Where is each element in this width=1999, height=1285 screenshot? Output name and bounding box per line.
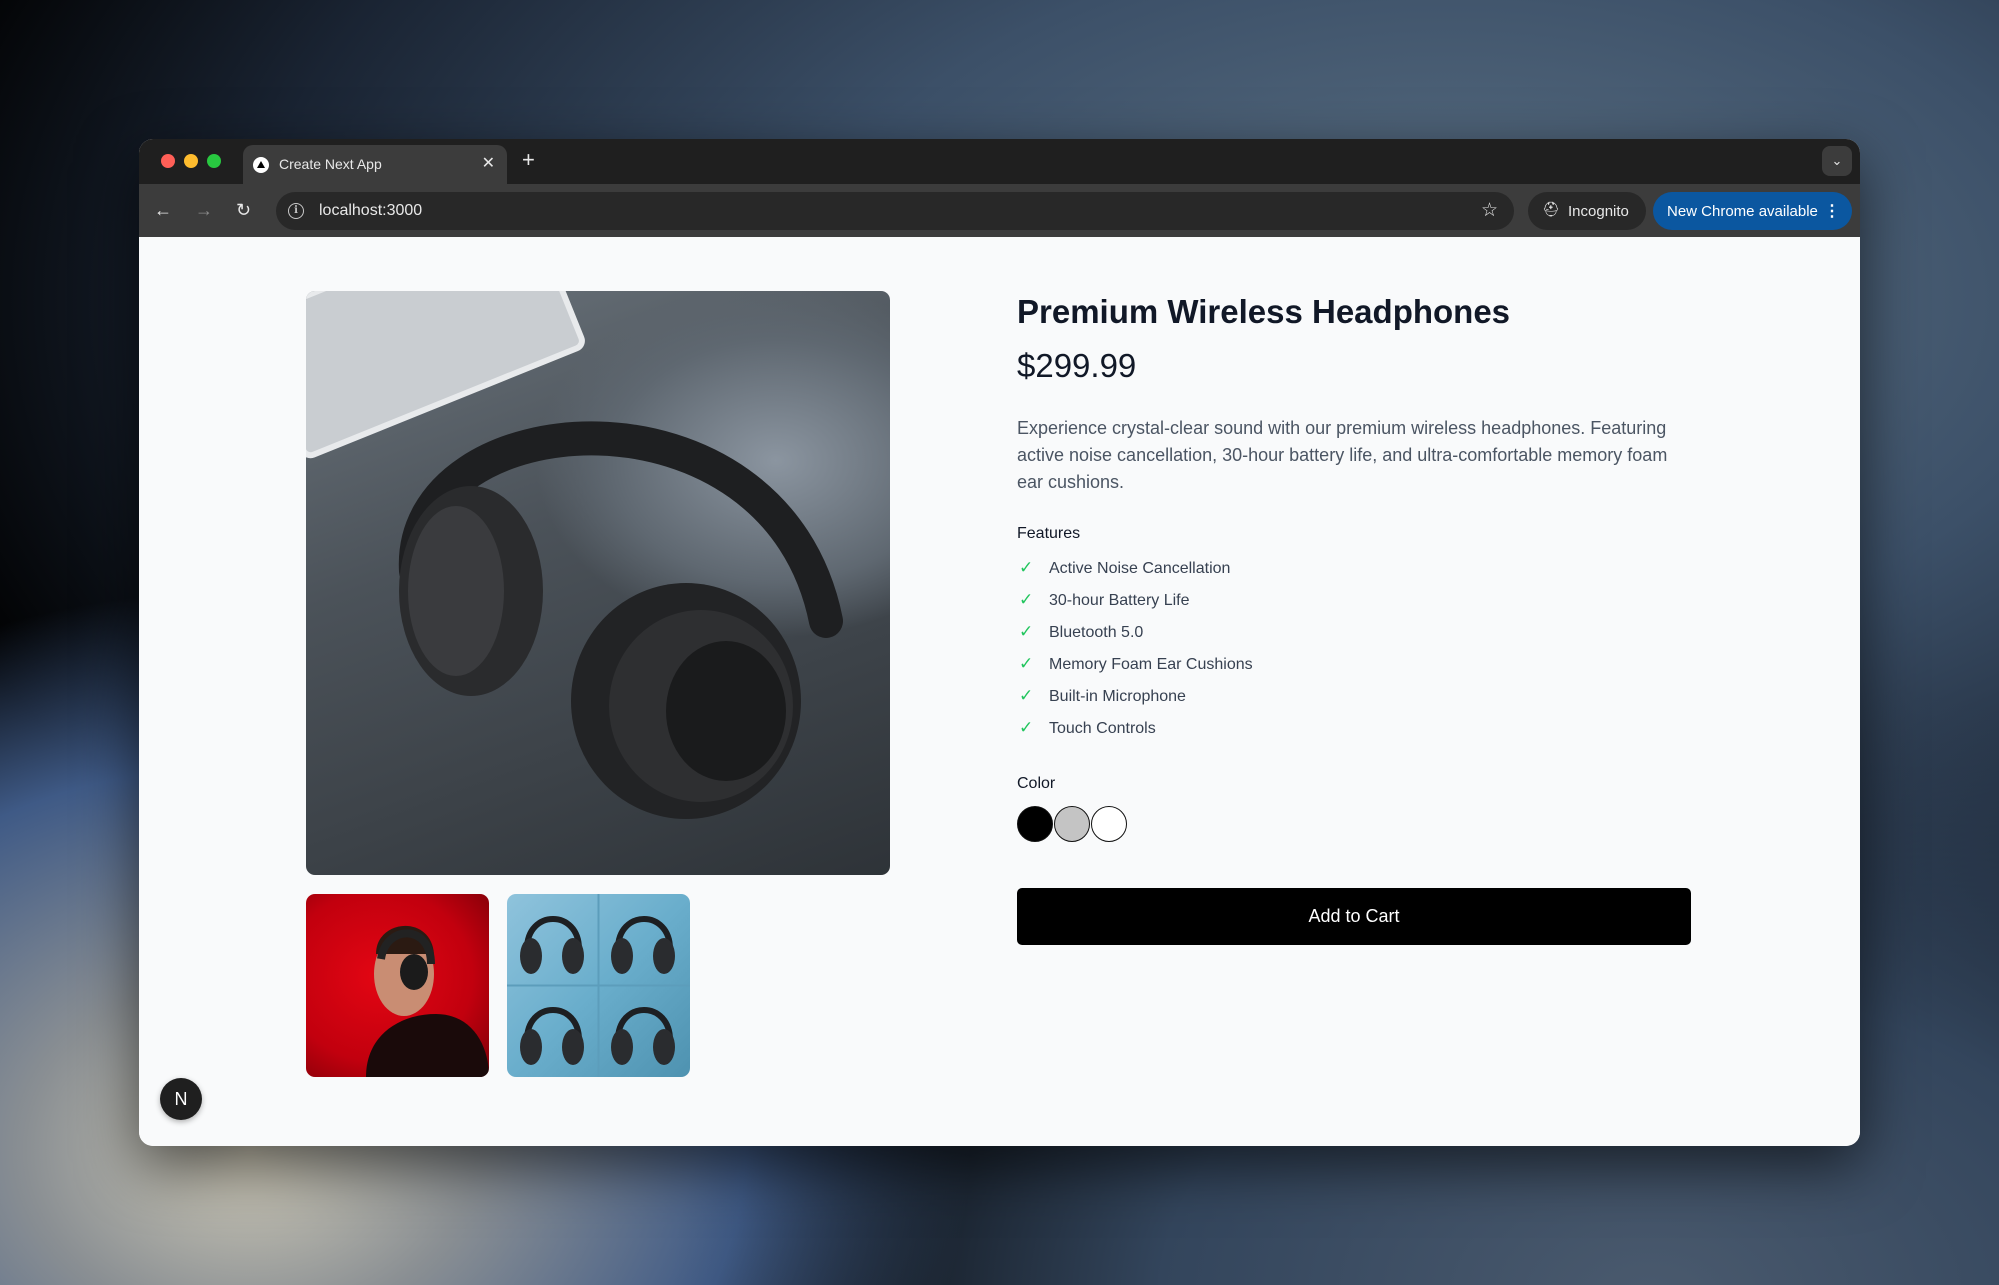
incognito-indicator[interactable]: ⛑ Incognito [1528,192,1646,230]
new-tab-button[interactable]: + [522,148,535,172]
reload-button[interactable]: ↻ [236,199,251,221]
product-thumbnail-model[interactable] [306,894,489,1077]
tab-title: Create Next App [279,156,382,172]
check-icon: ✓ [1019,590,1034,609]
incognito-label: Incognito [1568,203,1629,220]
product-thumbnail-grid[interactable] [507,894,690,1077]
browser-toolbar: ← → ↻ i localhost:3000 ☆ ⛑ Incognito New… [139,184,1860,237]
maximize-window-button[interactable] [207,154,221,168]
color-heading: Color [1017,775,1056,792]
nextjs-favicon-icon [253,157,269,173]
product-main-image [306,291,890,875]
forward-button[interactable]: → [195,199,213,221]
headphones-grid-illustration [507,894,690,1077]
product-price: $299.99 [1017,347,1137,384]
color-swatch-black[interactable] [1017,806,1053,842]
page-content: Premium Wireless Headphones $299.99 Expe… [139,237,1860,1146]
check-icon: ✓ [1019,654,1034,673]
incognito-icon: ⛑ [1542,201,1560,217]
feature-label: Active Noise Cancellation [1049,560,1231,577]
feature-label: Touch Controls [1049,720,1156,737]
feature-label: Memory Foam Ear Cushions [1049,656,1253,673]
headphones-illustration [306,291,843,819]
update-label: New Chrome available [1667,203,1818,220]
feature-label: 30-hour Battery Life [1049,592,1190,609]
tab-active[interactable]: Create Next App ✕ [243,145,507,184]
tab-strip: Create Next App ✕ + ⌄ [139,139,1860,184]
address-bar[interactable]: i localhost:3000 ☆ [276,192,1514,230]
color-swatch-silver[interactable] [1054,806,1090,842]
nextjs-dev-badge[interactable]: N [160,1078,202,1120]
check-icon: ✓ [1019,686,1034,705]
add-to-cart-button[interactable]: Add to Cart [1017,888,1691,945]
close-window-button[interactable] [161,154,175,168]
check-icon: ✓ [1019,718,1034,737]
bookmark-star-icon[interactable]: ☆ [1481,199,1498,223]
product-description: Experience crystal-clear sound with our … [1017,418,1668,492]
tab-close-icon[interactable]: ✕ [482,154,495,174]
feature-label: Bluetooth 5.0 [1049,624,1144,641]
check-icon: ✓ [1019,558,1034,577]
more-menu-icon[interactable]: ⋮ [1824,201,1840,221]
chrome-update-button[interactable]: New Chrome available ⋮ [1653,192,1852,230]
check-icon: ✓ [1019,622,1034,641]
back-button[interactable]: ← [154,199,172,221]
product-title: Premium Wireless Headphones [1017,293,1511,330]
feature-label: Built-in Microphone [1049,688,1186,705]
features-heading: Features [1017,525,1081,542]
minimize-window-button[interactable] [184,154,198,168]
person-with-headphones-illustration [366,925,489,1077]
tab-search-button[interactable]: ⌄ [1822,146,1852,176]
site-info-icon[interactable]: i [288,203,304,219]
browser-window: Create Next App ✕ + ⌄ ← → ↻ i localhost:… [139,139,1860,1146]
color-swatch-white[interactable] [1091,806,1127,842]
url-text[interactable]: localhost:3000 [319,202,422,220]
